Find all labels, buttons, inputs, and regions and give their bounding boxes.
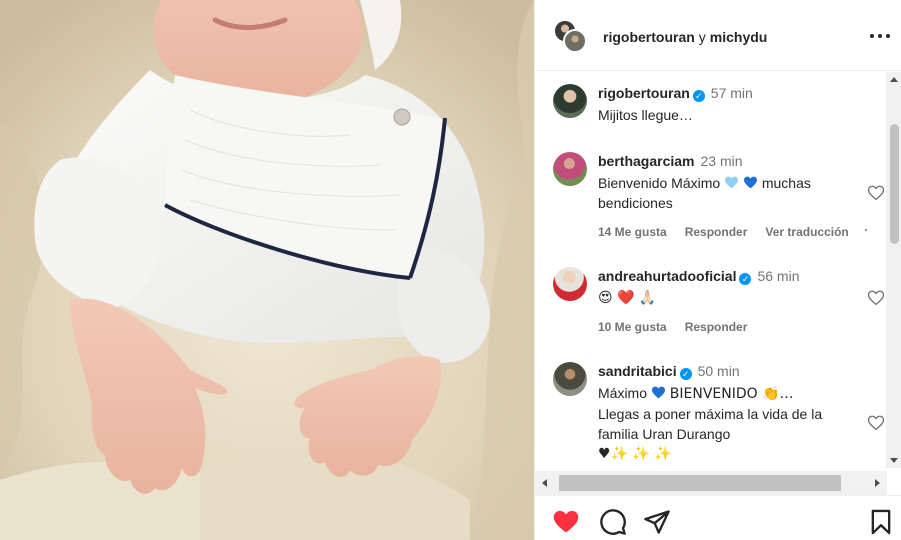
more-options-icon[interactable] [870, 26, 890, 46]
comment-text-part: Llegas a poner máxima la vida de la fami… [598, 406, 823, 442]
blue-heart-icon [743, 176, 757, 189]
avatar[interactable] [553, 152, 587, 186]
collab-avatar[interactable] [553, 19, 587, 53]
light-blue-heart-icon [725, 176, 739, 189]
reply-button[interactable]: Responder [685, 320, 748, 334]
scroll-down-icon[interactable] [890, 458, 898, 463]
vertical-scrollbar[interactable] [886, 72, 901, 468]
author-link-2[interactable]: michydu [710, 29, 768, 45]
bookmark-icon[interactable] [867, 508, 895, 536]
comment-meta: 10 Me gusta Responder [598, 320, 858, 334]
translate-button[interactable]: Ver traducción [765, 225, 848, 239]
comment-meta: 14 Me gusta Responder Ver traducción [598, 225, 858, 239]
author-link-1[interactable]: rigobertouran [603, 29, 695, 45]
post-authors: rigobertouran y michydu [603, 29, 767, 45]
horizontal-scroll-thumb[interactable] [559, 475, 841, 491]
comment-text-part: Máximo [598, 385, 648, 401]
reply-button[interactable]: Responder [685, 225, 748, 239]
comment-text-part: Bienvenido Máximo [598, 175, 721, 191]
post-side-panel: rigobertouran y michydu rigobertouran ✓ 57 m… [534, 0, 901, 540]
heart-outline-icon[interactable] [867, 414, 885, 432]
comment-icon[interactable] [599, 508, 627, 536]
verified-badge-icon: ✓ [739, 273, 752, 285]
comment-text: 😍 ❤️ 🙏🏻 [598, 290, 657, 306]
avatar[interactable] [553, 267, 587, 301]
avatar[interactable] [553, 84, 587, 118]
comment-time[interactable]: 23 min [700, 153, 742, 169]
comment-time[interactable]: 50 min [698, 363, 740, 379]
verified-badge-icon: ✓ [679, 368, 692, 380]
scroll-up-icon[interactable] [890, 77, 898, 82]
author-conjunction: y [698, 29, 706, 45]
scroll-left-icon[interactable] [542, 479, 547, 487]
comment-text: Bienvenido Máximo muchas bendiciones [598, 173, 858, 213]
heart-outline-icon[interactable] [867, 289, 885, 307]
verified-badge-icon: ✓ [692, 90, 705, 102]
post-action-bar [535, 495, 901, 540]
more-dot [865, 229, 867, 231]
heart-outline-icon[interactable] [867, 184, 885, 202]
blue-heart-icon [651, 386, 665, 399]
comment-time[interactable]: 57 min [711, 85, 753, 101]
comment-text-part: ♥✨ ✨ ✨ [598, 446, 672, 462]
heart-filled-icon[interactable] [552, 508, 580, 536]
horizontal-scrollbar[interactable] [535, 471, 887, 495]
comment-username[interactable]: andreahurtadooficial [598, 268, 736, 284]
caption-text: Mijitos llegue… [598, 107, 693, 123]
baby-photo-image [0, 0, 534, 540]
likes-count[interactable]: 14 Me gusta [598, 225, 667, 239]
comment-username[interactable]: berthagarciam [598, 153, 694, 169]
comment-username[interactable]: sandritabici [598, 363, 677, 379]
comment-username[interactable]: rigobertouran [598, 85, 690, 101]
comments-list[interactable]: rigobertouran ✓ 57 min Mijitos llegue… ber… [535, 72, 887, 470]
avatar[interactable] [553, 362, 587, 396]
avatar-michydu [563, 29, 587, 53]
comment-text: Máximo BIENVENIDO 👏… Llegas a poner máxi… [598, 383, 833, 464]
post-photo[interactable] [0, 0, 534, 540]
scroll-right-icon[interactable] [875, 479, 880, 487]
vertical-scroll-thumb[interactable] [890, 124, 899, 244]
post-header: rigobertouran y michydu [535, 0, 901, 71]
comment-text-part: BIENVENIDO 👏… [669, 386, 794, 402]
likes-count[interactable]: 10 Me gusta [598, 320, 667, 334]
share-icon[interactable] [643, 508, 671, 536]
comment-time[interactable]: 56 min [757, 268, 799, 284]
